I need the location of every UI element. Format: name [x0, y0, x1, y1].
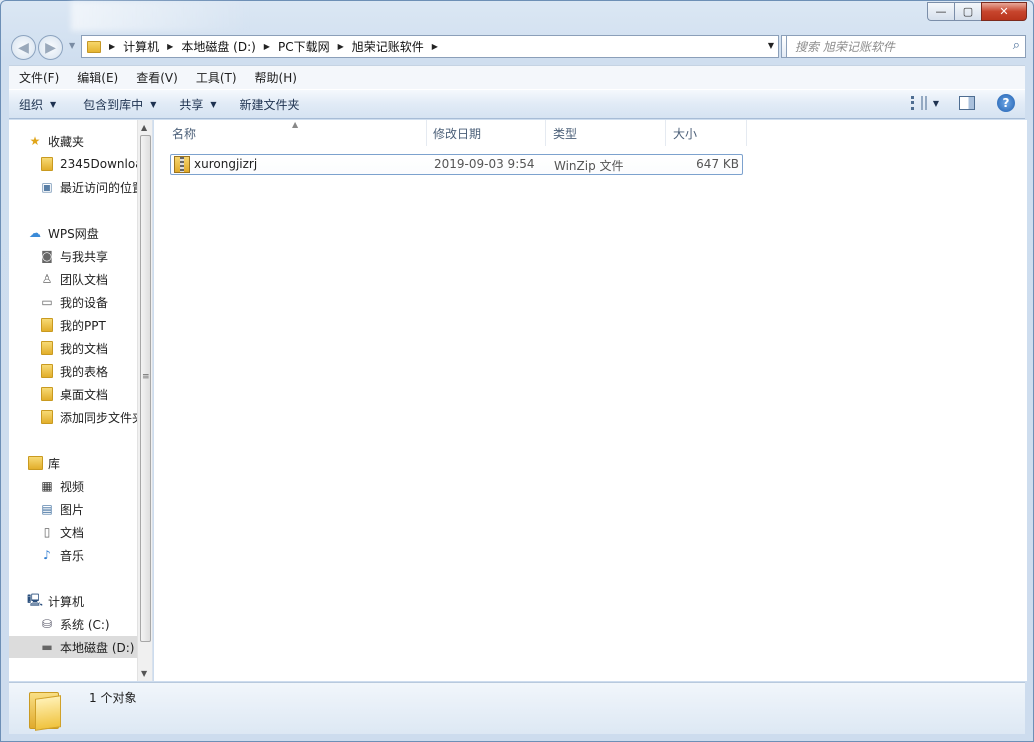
- folder-icon: [39, 364, 55, 378]
- maximize-button[interactable]: ▢: [954, 2, 981, 21]
- nav-item-my-devices[interactable]: ▭ 我的设备: [39, 291, 152, 313]
- folder-icon: [87, 40, 101, 53]
- nav-item-2345downloads[interactable]: 2345Downloads: [39, 153, 152, 175]
- file-list: ▲ 名称 修改日期 类型 大小 xurongjizrj 2019-09-03 9…: [154, 120, 1027, 681]
- scroll-up-icon[interactable]: ▲: [141, 123, 147, 132]
- document-icon: ▯: [43, 525, 51, 539]
- address-bar[interactable]: ▶ 计算机 ▶ 本地磁盘 (D:) ▶ PC下载网 ▶ 旭荣记账软件 ▶ ▼: [81, 35, 779, 58]
- nav-item-local-disk-d[interactable]: ▬ 本地磁盘 (D:): [9, 636, 139, 658]
- column-header-name[interactable]: 名称: [164, 120, 427, 146]
- menu-help[interactable]: 帮助(H): [245, 69, 305, 86]
- preview-pane-icon[interactable]: [959, 96, 975, 110]
- search-icon[interactable]: ⌕: [1013, 38, 1020, 53]
- nav-item-recent-places[interactable]: ▣ 最近访问的位置: [39, 176, 152, 198]
- back-button[interactable]: ◀: [11, 35, 36, 60]
- chevron-down-icon: ▼: [50, 99, 57, 109]
- nav-scrollbar[interactable]: ▲ ≡ ▼: [137, 120, 152, 681]
- recent-pages-dropdown[interactable]: ▼: [69, 41, 75, 50]
- navigation-row: ◀ ▶ ▼ ▶ 计算机 ▶ 本地磁盘 (D:) ▶ PC下载网 ▶ 旭荣记账软件 ▶ ▼…: [9, 33, 1026, 60]
- organize-button[interactable]: 组织 ▼: [9, 96, 65, 113]
- nav-libraries[interactable]: 库: [27, 452, 152, 474]
- file-row[interactable]: xurongjizrj 2019-09-03 9:54 WinZip 文件 64…: [170, 154, 743, 175]
- menu-edit[interactable]: 编辑(E): [67, 69, 126, 86]
- nav-item-add-sync-folder[interactable]: 添加同步文件夹: [39, 406, 152, 428]
- film-icon: ▦: [41, 479, 53, 493]
- nav-item-desktop-docs[interactable]: 桌面文档: [39, 383, 152, 405]
- cloud-icon: ☁: [29, 226, 41, 240]
- recent-places-icon: ▣: [41, 180, 53, 194]
- user-icon: ♙: [41, 272, 53, 286]
- minimize-button[interactable]: —: [927, 2, 954, 21]
- nav-item-my-sheets[interactable]: 我的表格: [39, 360, 152, 382]
- column-header-type[interactable]: 类型: [545, 120, 666, 146]
- folder-icon: [39, 341, 55, 355]
- navigation-pane: ★ 收藏夹 2345Downloads ▣ 最近访问的位置 ☁ WPS网盘 ◙ …: [9, 120, 153, 681]
- nav-item-documents[interactable]: ▯ 文档: [39, 521, 152, 543]
- views-dropdown-icon[interactable]: ▼: [933, 99, 939, 108]
- folder-icon: [39, 157, 55, 171]
- picture-icon: ▤: [41, 502, 53, 516]
- music-icon: ♪: [43, 548, 51, 562]
- explorer-window: — ▢ ✕ ◀ ▶ ▼ ▶ 计算机 ▶ 本地磁盘 (D:) ▶ PC下载网 ▶ 旭荣记…: [0, 0, 1034, 742]
- status-bar: 1 个对象: [9, 682, 1025, 734]
- column-header-modified[interactable]: 修改日期: [425, 120, 546, 146]
- chevron-down-icon: ▼: [210, 99, 217, 109]
- nav-item-pictures[interactable]: ▤ 图片: [39, 498, 152, 520]
- zip-file-icon: [174, 156, 190, 173]
- system-drive-icon: ⛁: [41, 617, 53, 631]
- nav-item-system-c[interactable]: ⛁ 系统 (C:): [39, 613, 152, 635]
- forward-button[interactable]: ▶: [38, 35, 63, 60]
- breadcrumb-item[interactable]: 旭荣记账软件 ▶: [352, 38, 446, 55]
- breadcrumb-item[interactable]: 本地磁盘 (D:) ▶: [181, 38, 278, 55]
- menu-bar: 文件(F) 编辑(E) 查看(V) 工具(T) 帮助(H): [9, 65, 1025, 89]
- camera-icon: ◙: [41, 249, 53, 263]
- nav-item-shared-with-me[interactable]: ◙ 与我共享: [39, 245, 152, 267]
- item-count: 1 个对象: [89, 691, 137, 705]
- scroll-thumb[interactable]: [140, 135, 151, 642]
- file-name: xurongjizrj: [194, 157, 258, 171]
- search-input[interactable]: 搜索 旭荣记账软件 ⌕: [786, 35, 1026, 58]
- drive-icon: ▬: [41, 640, 53, 654]
- column-header-size[interactable]: 大小: [665, 120, 747, 146]
- new-folder-button[interactable]: 新建文件夹: [230, 96, 309, 113]
- folder-icon: [39, 410, 55, 424]
- nav-item-team-docs[interactable]: ♙ 团队文档: [39, 268, 152, 290]
- breadcrumb-item[interactable]: 计算机 ▶: [123, 38, 181, 55]
- computer-icon: 🖳: [27, 592, 44, 607]
- scroll-grip-icon: ≡: [142, 372, 150, 382]
- nav-item-videos[interactable]: ▦ 视频: [39, 475, 152, 497]
- folder-icon: [29, 689, 65, 731]
- breadcrumb-root[interactable]: ▶: [101, 42, 123, 51]
- include-in-library-button[interactable]: 包含到库中 ▼: [73, 96, 165, 113]
- share-button[interactable]: 共享 ▼: [169, 96, 225, 113]
- command-bar: 组织 ▼ 包含到库中 ▼ 共享 ▼ 新建文件夹 ▼ ?: [9, 89, 1025, 119]
- caption-buttons: — ▢ ✕: [927, 2, 1027, 21]
- library-icon: [27, 456, 43, 470]
- close-button[interactable]: ✕: [981, 2, 1027, 21]
- menu-tools[interactable]: 工具(T): [186, 69, 245, 86]
- nav-favorites[interactable]: ★ 收藏夹: [27, 130, 152, 152]
- device-icon: ▭: [41, 295, 53, 309]
- scroll-down-icon[interactable]: ▼: [141, 669, 147, 678]
- file-size: 647 KB: [696, 157, 739, 171]
- star-icon: ★: [29, 134, 41, 148]
- nav-wps-cloud[interactable]: ☁ WPS网盘: [27, 222, 152, 244]
- chevron-down-icon: ▼: [150, 99, 157, 109]
- views-icon[interactable]: [910, 96, 927, 110]
- address-dropdown-icon[interactable]: ▼: [768, 41, 774, 50]
- breadcrumb-item[interactable]: PC下载网 ▶: [278, 38, 352, 55]
- file-modified: 2019-09-03 9:54: [434, 157, 535, 171]
- file-type: WinZip 文件: [554, 159, 624, 173]
- nav-computer[interactable]: 🖳 计算机: [27, 590, 152, 612]
- menu-view[interactable]: 查看(V): [126, 69, 186, 86]
- window-title-blur: [71, 1, 251, 31]
- nav-item-music[interactable]: ♪ 音乐: [39, 544, 152, 566]
- folder-icon: [39, 387, 55, 401]
- folder-icon: [39, 318, 55, 332]
- nav-item-my-ppt[interactable]: 我的PPT: [39, 314, 152, 336]
- help-icon[interactable]: ?: [997, 94, 1015, 112]
- menu-file[interactable]: 文件(F): [9, 69, 67, 86]
- view-controls: ▼ ?: [910, 94, 1015, 112]
- nav-item-my-documents[interactable]: 我的文档: [39, 337, 152, 359]
